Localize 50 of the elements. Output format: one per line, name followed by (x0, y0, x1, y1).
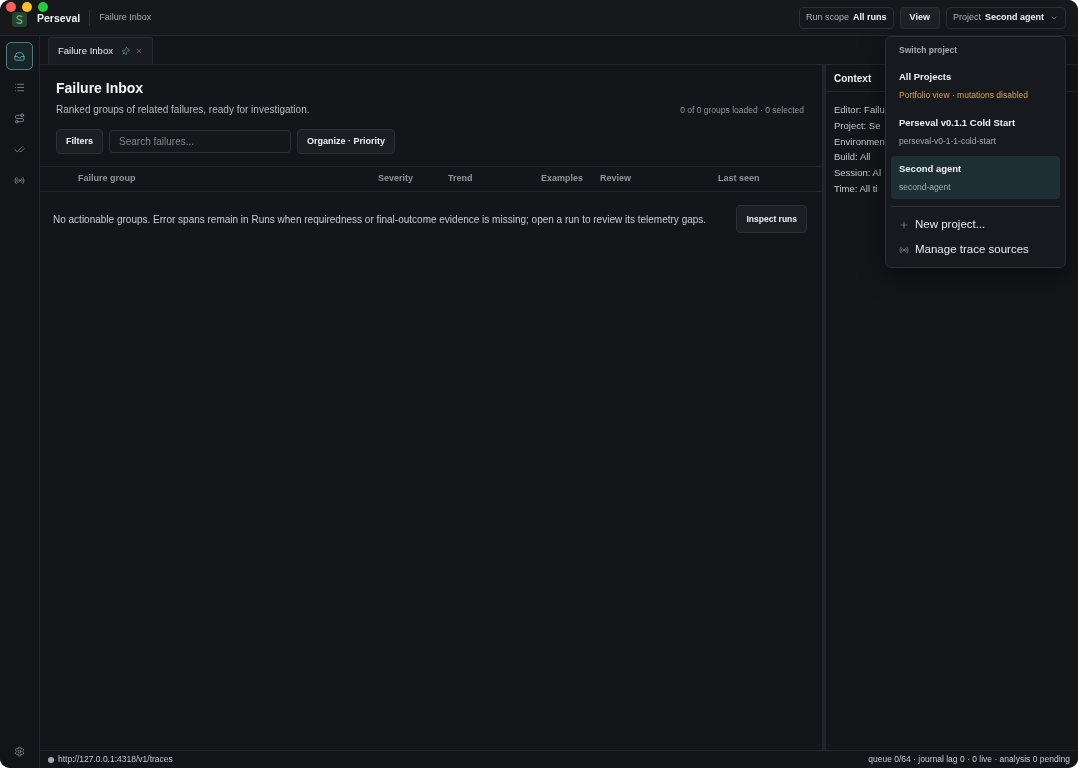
column-header: Severity (378, 172, 414, 186)
route-icon (14, 112, 25, 124)
tab[interactable]: Failure Inbox (48, 37, 153, 64)
page-subtitle: Ranked groups of related failures, ready for investigation. (56, 103, 310, 117)
plus-icon (899, 219, 909, 230)
context-line: Environmen (834, 134, 885, 149)
close-icon[interactable] (135, 47, 143, 55)
project-menu-item[interactable]: Perseval v0.1.1 Cold Start perseval-v0-1-1-cold-start (891, 110, 1060, 153)
app-name: Perseval (37, 11, 81, 24)
menu-heading: Switch project (898, 44, 959, 56)
organize-button[interactable]: Organize · Priority (297, 129, 396, 154)
project-button[interactable]: Project Second agent (945, 6, 1066, 29)
breadcrumb: Failure Inbox (99, 10, 152, 24)
broadcast-icon (14, 174, 25, 186)
context-line: Time: All ti (834, 182, 878, 196)
empty-state-message: No actionable groups. Error spans remain in Runs when requiredness or final-outcome evidence is missing; open a run to review its telemetry gaps. (53, 212, 707, 227)
list-icon (14, 81, 25, 93)
column-header: Failure group (78, 172, 136, 186)
column-header: Review (600, 172, 632, 186)
view-button[interactable]: View (899, 6, 940, 29)
double-check-icon (14, 143, 25, 155)
inbox-icon (14, 50, 25, 62)
sidebar-button[interactable] (6, 42, 33, 70)
menu-action[interactable]: Manage trace sources (886, 237, 1065, 262)
filters-button[interactable]: Filters (56, 129, 103, 154)
broadcast-icon (899, 244, 909, 255)
inspect-runs-button[interactable]: Inspect runs (736, 205, 807, 233)
context-line: Session: Al (834, 166, 881, 181)
context-line: Build: All (834, 150, 871, 165)
run-scope-button[interactable]: Run scope All runs (799, 6, 894, 29)
project-menu-item[interactable]: All Projects Portfolio view · mutations disabled (891, 64, 1060, 107)
search-field[interactable]: Search failures... (109, 130, 291, 153)
context-title: Context (834, 71, 872, 86)
endpoint-url: http://127.0.0.1:4318/v1/traces (58, 753, 173, 766)
column-header: Last seen (718, 172, 760, 186)
page-title: Failure Inbox (56, 79, 144, 97)
group-count: 0 of 0 groups loaded · 0 selected (680, 104, 804, 117)
pin-icon[interactable] (119, 44, 132, 58)
window-zoom-button[interactable] (38, 2, 48, 12)
project-menu-item[interactable]: Second agent second-agent (891, 156, 1060, 199)
context-line: Project: Se (834, 118, 881, 133)
settings-icon[interactable] (14, 746, 25, 757)
window-close-button[interactable] (6, 2, 16, 12)
column-header: Examples (541, 172, 584, 186)
menu-action[interactable]: New project... (886, 212, 1065, 237)
context-line: Editor: Failu (834, 103, 885, 117)
column-header: Trend (448, 172, 473, 186)
window-minimize-button[interactable] (22, 2, 32, 12)
status-summary: queue 0/64 · journal lag 0 · 0 live · analysis 0 pending (868, 753, 1070, 766)
app-logo-icon (12, 12, 27, 27)
